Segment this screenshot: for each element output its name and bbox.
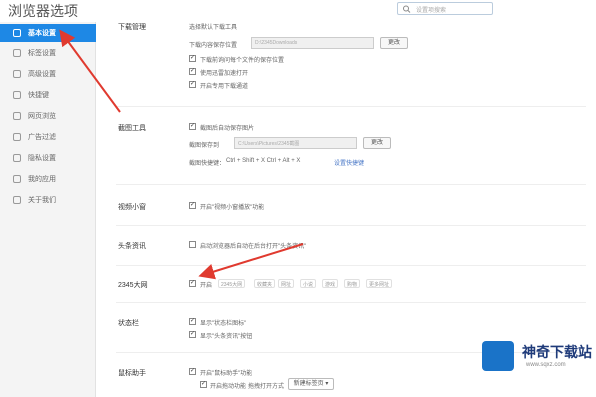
statusbar-icon-option: 显示"状态栏图标" xyxy=(200,321,247,327)
statusbar-label: 状态栏 xyxy=(118,320,139,327)
download-tool-text: 选择默认下载工具 xyxy=(189,25,238,31)
favorites-option: 开启 xyxy=(200,283,213,289)
screenshot-path-label: 截图保存到 xyxy=(189,143,220,149)
drag-mode-value: 新建标签页 xyxy=(293,381,324,387)
apps-icon xyxy=(13,175,21,183)
news-option: 启动浏览器后自动在后台打开"头条资讯" xyxy=(200,244,307,250)
download-ask-checkbox[interactable]: ✓ xyxy=(189,55,196,62)
search-input[interactable]: 设置项搜索 xyxy=(397,2,493,15)
sidebar-item-browsing[interactable]: 网页浏览 xyxy=(0,107,96,125)
watermark-logo: 神奇下载站 www.sqxz.com xyxy=(476,337,594,377)
mouse-option: 开启"鼠标助手"功能 xyxy=(200,371,253,377)
download-thunder-checkbox[interactable]: ✓ xyxy=(189,68,196,75)
favorites-pill[interactable]: 小说 xyxy=(300,279,317,288)
statusbar-news-checkbox[interactable]: ✓ xyxy=(189,331,196,338)
sidebar-item-about[interactable]: 关于我们 xyxy=(0,191,96,209)
divider xyxy=(116,265,586,266)
download-path-label: 下载内容保存位置 xyxy=(189,43,238,49)
download-ask-label: 下载前询问每个文件的保存位置 xyxy=(200,58,285,64)
sidebar: 基本设置 标签设置 高级设置 快捷键 网页浏览 广告过滤 隐私设置 我的应用 关… xyxy=(0,22,96,397)
watermark-url: www.sqxz.com xyxy=(526,362,566,368)
drag-checkbox[interactable]: ✓ xyxy=(200,381,207,388)
sidebar-item-label: 快捷键 xyxy=(28,92,49,99)
favorites-pill[interactable]: 购物 xyxy=(344,279,361,288)
favorites-pill[interactable]: 2345大网 xyxy=(218,279,246,288)
screenshot-save-checkbox[interactable]: ✓ xyxy=(189,123,196,130)
divider xyxy=(116,225,586,226)
sidebar-item-privacy[interactable]: 隐私设置 xyxy=(0,149,96,167)
sidebar-item-advanced[interactable]: 高级设置 xyxy=(0,65,96,83)
download-label: 下载管理 xyxy=(118,24,146,31)
gear-icon xyxy=(13,70,21,78)
sidebar-item-basic[interactable]: 基本设置 xyxy=(0,24,96,42)
watermark-name: 神奇下载站 xyxy=(522,344,592,360)
sidebar-item-label: 标签设置 xyxy=(28,50,56,57)
screenshot-label: 截图工具 xyxy=(118,125,146,132)
statusbar-news-option: 显示"头条资讯"按钮 xyxy=(200,334,253,340)
mouse-label: 鼠标助手 xyxy=(118,370,146,377)
home-icon xyxy=(13,29,21,37)
info-icon xyxy=(13,196,21,204)
globe-icon xyxy=(13,112,21,120)
sidebar-item-label: 网页浏览 xyxy=(28,113,56,120)
download-thunder-label: 使用迅雷加速打开 xyxy=(200,71,249,77)
sidebar-item-label: 基本设置 xyxy=(28,30,56,37)
download-channel-label: 开启专用下载通道 xyxy=(200,84,249,90)
sidebar-item-label: 关于我们 xyxy=(28,197,56,204)
keyboard-icon xyxy=(13,91,21,99)
divider xyxy=(116,302,586,303)
download-change-button[interactable]: 更改 xyxy=(380,37,408,49)
screenshot-shortcut-value: Ctrl + Shift + X Ctrl + Alt + X xyxy=(226,158,301,164)
block-icon xyxy=(13,133,21,141)
mouse-checkbox[interactable]: ✓ xyxy=(189,368,196,375)
sidebar-item-label: 隐私设置 xyxy=(28,155,56,162)
favorites-pill[interactable]: 游戏 xyxy=(322,279,339,288)
favorites-pill[interactable]: 更多网址 xyxy=(366,279,393,288)
favorites-pill[interactable]: 网址 xyxy=(278,279,295,288)
sidebar-item-tabs[interactable]: 标签设置 xyxy=(0,44,96,62)
divider xyxy=(116,106,586,107)
sidebar-item-label: 高级设置 xyxy=(28,71,56,78)
screenshot-change-button[interactable]: 更改 xyxy=(363,137,391,149)
drag-option: 开启拖动功能 xyxy=(210,384,247,390)
download-channel-checkbox[interactable]: ✓ xyxy=(189,81,196,88)
screenshot-path-field[interactable]: C:\Users\Pictures\2345截图 xyxy=(234,137,357,149)
window-title: 浏览器选项 xyxy=(8,3,78,19)
sidebar-item-label: 广告过滤 xyxy=(28,134,56,141)
sidebar-item-adblock[interactable]: 广告过滤 xyxy=(0,128,96,146)
search-icon xyxy=(403,5,411,13)
sidebar-item-shortcuts[interactable]: 快捷键 xyxy=(0,86,96,104)
favorites-checkbox[interactable]: ✓ xyxy=(189,280,196,287)
cube-icon xyxy=(482,341,514,371)
download-path-field[interactable]: D:\2345Downloads xyxy=(251,37,374,49)
drag-mode-label: 拖拽打开方式 xyxy=(248,384,285,390)
screenshot-save-option: 截图后自动保存图片 xyxy=(200,126,255,132)
set-shortcut-link[interactable]: 设置快捷键 xyxy=(334,158,364,167)
search-placeholder: 设置项搜索 xyxy=(416,8,447,14)
tab-icon xyxy=(13,49,21,57)
news-label: 头条资讯 xyxy=(118,243,146,250)
sidebar-item-apps[interactable]: 我的应用 xyxy=(0,170,96,188)
screenshot-shortcut-label: 截图快捷键： xyxy=(189,161,226,167)
divider xyxy=(116,184,586,185)
statusbar-icon-checkbox[interactable]: ✓ xyxy=(189,318,196,325)
favorites-label: 2345大网 xyxy=(118,282,148,289)
chevron-down-icon: ▾ xyxy=(325,381,329,387)
news-checkbox[interactable] xyxy=(189,241,196,248)
lock-icon xyxy=(13,154,21,162)
sidebar-item-label: 我的应用 xyxy=(28,176,56,183)
favorites-pill[interactable]: 收藏夹 xyxy=(254,279,276,288)
video-label: 视频小窗 xyxy=(118,204,146,211)
video-checkbox[interactable]: ✓ xyxy=(189,202,196,209)
drag-mode-select[interactable]: 新建标签页 ▾ xyxy=(288,378,334,390)
title-bar: 浏览器选项 设置项搜索 xyxy=(0,0,596,22)
video-option: 开启"视频小窗播放"功能 xyxy=(200,205,265,211)
